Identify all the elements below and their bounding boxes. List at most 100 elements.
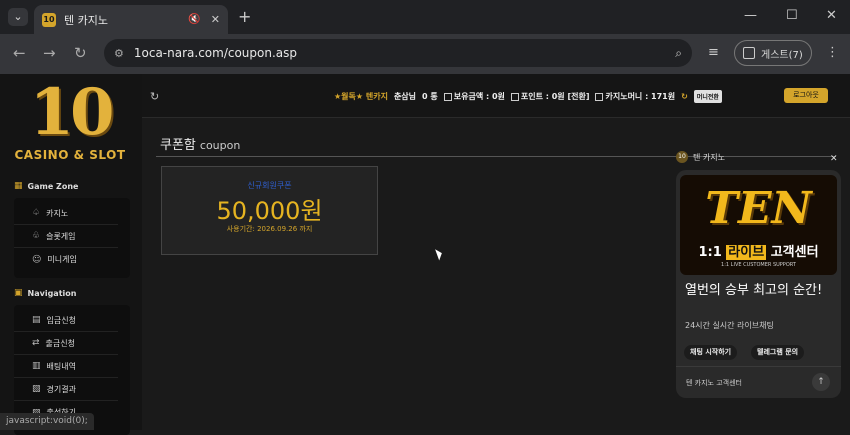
chat-footer-text: 텐 카지노 고객센터 — [686, 379, 742, 387]
notice-text[interactable]: ★월독★ 텐카지 — [334, 91, 388, 102]
site-info-icon[interactable]: ⚙ — [114, 47, 124, 60]
user-stats: ★월독★ 텐카지 춘삼님 0 통 보유금액 : 0원 포인트 : 0원 [전환]… — [334, 90, 722, 103]
sidebar-item-label: 미니게임 — [47, 255, 77, 264]
chat-description: 24시간 실시간 라이브채팅 — [685, 321, 774, 330]
start-chat-button[interactable]: 채팅 시작하기 — [684, 345, 738, 360]
navigation-icon: ▣ — [14, 288, 23, 298]
navigation-title: Navigation — [27, 288, 77, 298]
gamepad-icon: ☺ — [32, 254, 42, 265]
tab-close-icon[interactable]: ✕ — [211, 13, 220, 26]
telegram-inquiry-button[interactable]: 텔레그램 문의 — [751, 345, 805, 360]
title-divider — [156, 156, 836, 157]
game-zone-menu: ♤ 카지노 ♧ 슬롯게임 ☺ 미니게임 — [14, 198, 130, 278]
profile-label: 게스트(7) — [761, 49, 803, 61]
banner-sub-suffix: 고객센터 — [766, 245, 819, 260]
sidebar-item-label: 입금신청 — [46, 315, 76, 325]
money-refresh-icon[interactable]: ↻ — [681, 92, 688, 101]
sidebar-item-slot[interactable]: ♧ 슬롯게임 — [14, 225, 118, 248]
chat-widget-header: 10 텐 카지노 — [676, 151, 725, 163]
history-icon: ▥ — [32, 361, 41, 371]
browser-tab[interactable]: 10 텐 카지노 🔇 ✕ — [34, 5, 228, 34]
tab-title: 텐 카지노 — [64, 13, 108, 27]
game-zone-title: Game Zone — [27, 181, 79, 191]
send-arrow-icon[interactable]: ↑ — [812, 373, 830, 391]
page-title-korean: 쿠폰함 — [160, 138, 196, 153]
chat-widget[interactable]: TEN 1:1 라이브 고객센터 1:1 LIVE CUSTOMER SUPPO… — [676, 170, 841, 398]
refresh-icon[interactable]: ↻ — [150, 90, 159, 103]
balance-value: 보유금액 : 0원 — [453, 92, 505, 101]
banner-sub-highlight: 라이브 — [726, 245, 767, 260]
tab-favicon: 10 — [42, 12, 56, 27]
sidebar-item-withdraw[interactable]: ⇄ 출금신청 — [14, 332, 118, 355]
user-info-bar: ↻ ★월독★ 텐카지 춘삼님 0 통 보유금액 : 0원 포인트 : 0원 [전… — [142, 74, 850, 118]
chat-footer[interactable]: 텐 카지노 고객센터 ↑ — [676, 366, 841, 398]
coupon-card[interactable]: 신규회원쿠폰 50,000원 사용기간: 2026.09.26 까지 — [161, 166, 378, 255]
coupon-amount: 50,000원 — [216, 197, 323, 225]
sidebar-item-deposit[interactable]: ▤ 입금신청 — [14, 309, 118, 332]
page-title: 쿠폰함 coupon — [160, 134, 240, 153]
zoom-icon[interactable]: ⌕ — [675, 46, 682, 61]
profile-avatar-icon — [743, 47, 755, 59]
url-text: 1oca-nara.com/coupon.asp — [133, 46, 298, 60]
reload-button[interactable]: ↻ — [74, 44, 87, 62]
points-value: 포인트 : 0원 [전환] — [520, 92, 590, 101]
status-bar: javascript:void(0); — [0, 413, 94, 430]
coupon-expiry: 사용기간: 2026.09.26 까지 — [226, 225, 313, 233]
site-logo[interactable]: 10 CASINO & SLOT — [10, 80, 130, 172]
profile-button[interactable]: 게스트(7) — [734, 40, 812, 66]
sidebar-item-label: 카지노 — [46, 208, 69, 218]
balance-text: 보유금액 : 0원 — [443, 91, 505, 102]
sidebar-item-minigame[interactable]: ☺ 미니게임 — [14, 248, 118, 271]
sidebar-item-bet-history[interactable]: ▥ 배팅내역 — [14, 355, 118, 378]
messages-count[interactable]: 0 통 — [422, 91, 438, 102]
browser-tab-strip: ⌄ 10 텐 카지노 🔇 ✕ + — ☐ ✕ — [0, 0, 850, 34]
tab-search-button[interactable]: ⌄ — [8, 8, 28, 26]
mouse-cursor — [435, 247, 444, 261]
game-zone-heading: ▦ Game Zone — [14, 181, 78, 191]
money-convert-button[interactable]: 머니전환 — [693, 90, 722, 103]
sidebar-item-label: 출금신청 — [45, 338, 75, 348]
page-title-english: coupon — [199, 139, 241, 152]
banner-subtitle: 1:1 라이브 고객센터 — [680, 241, 837, 260]
withdraw-icon: ⇄ — [32, 338, 40, 348]
points-text[interactable]: 포인트 : 0원 [전환] — [510, 91, 590, 102]
media-control-icon[interactable]: ≡ — [708, 45, 719, 60]
new-tab-button[interactable]: + — [238, 7, 251, 26]
address-bar[interactable]: ⚙ 1oca-nara.com/coupon.asp ⌕ — [104, 39, 692, 67]
maximize-button[interactable]: ☐ — [786, 8, 798, 23]
close-window-button[interactable]: ✕ — [826, 8, 837, 23]
minimize-button[interactable]: — — [744, 8, 757, 23]
browser-menu-icon[interactable]: ⋮ — [826, 45, 839, 60]
result-icon: ▧ — [32, 384, 41, 394]
chat-banner: TEN 1:1 라이브 고객센터 1:1 LIVE CUSTOMER SUPPO… — [680, 175, 837, 275]
logo-text: CASINO & SLOT — [14, 148, 126, 162]
banner-sub-prefix: 1:1 — [698, 245, 727, 260]
navigation-heading: ▣ Navigation — [14, 288, 76, 298]
chat-title: 열번의 승부 최고의 순간! — [685, 283, 823, 298]
browser-toolbar: ← → ↻ ⚙ 1oca-nara.com/coupon.asp ⌕ ≡ 게스트… — [0, 34, 850, 74]
deposit-icon: ▤ — [32, 315, 41, 325]
logout-button[interactable]: 로그아웃 — [784, 88, 828, 103]
tab-mute-icon[interactable]: 🔇 — [188, 14, 200, 25]
back-button[interactable]: ← — [13, 44, 26, 62]
forward-button[interactable]: → — [43, 44, 56, 62]
casino-money-icon — [595, 92, 604, 101]
slot-icon: ♧ — [32, 231, 41, 241]
sidebar: 10 CASINO & SLOT ▦ Game Zone ♤ 카지노 ♧ 슬롯게임 … — [0, 74, 142, 435]
chat-widget-close-icon[interactable]: ✕ — [830, 154, 838, 164]
sidebar-item-casino[interactable]: ♤ 카지노 — [14, 202, 118, 225]
casino-money-text: 카지노머니 : 171원 — [595, 91, 675, 102]
banner-caption: 1:1 LIVE CUSTOMER SUPPORT — [721, 262, 796, 268]
casino-money-value: 카지노머니 : 171원 — [605, 92, 676, 101]
points-icon — [510, 92, 519, 101]
sidebar-item-label: 슬롯게임 — [46, 231, 76, 241]
banner-logo-text: TEN — [705, 183, 812, 234]
user-name: 춘삼님 — [393, 92, 417, 101]
wallet-icon — [443, 92, 452, 101]
game-zone-icon: ▦ — [14, 181, 23, 191]
coupon-label: 신규회원쿠폰 — [247, 181, 292, 190]
sidebar-item-results[interactable]: ▧ 경기결과 — [14, 378, 118, 401]
sidebar-item-label: 경기결과 — [46, 384, 76, 394]
sidebar-item-label: 배팅내역 — [46, 361, 76, 371]
chat-brand-avatar: 10 — [676, 151, 688, 163]
